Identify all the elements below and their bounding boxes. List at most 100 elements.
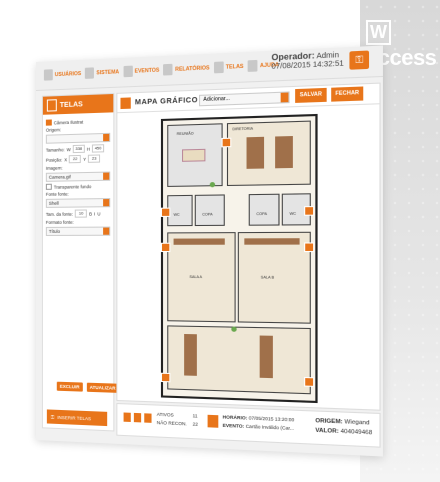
screens-panel-body: Câmera Ilustrat Origem: Tamanho: W 338 H 450…	[43, 112, 113, 241]
menu-item-reports[interactable]: RELATÓRIOS	[163, 62, 210, 76]
speaker-icon[interactable]	[123, 412, 131, 422]
value-value: 404049468	[340, 428, 373, 437]
desk	[173, 238, 225, 245]
size-w-input[interactable]: 338	[72, 144, 85, 154]
desk	[275, 136, 293, 169]
copa-room: COPA	[248, 193, 280, 226]
key-icon: ⚿	[355, 54, 364, 66]
font-format-value: Título	[48, 228, 61, 234]
key-icon: ⚿	[50, 414, 55, 420]
menu-item-users[interactable]: USUÁRIOS	[43, 68, 82, 81]
close-button[interactable]: FECHAR	[331, 86, 364, 102]
desk	[259, 335, 273, 379]
insert-screens-button[interactable]: ⚿ INSERIR TELAS	[46, 409, 108, 427]
screens-panel: TELAS Câmera Ilustrat Origem: Tamanho: W 3…	[41, 92, 119, 432]
pos-y-input[interactable]: 23	[88, 154, 101, 163]
transparent-checkbox[interactable]	[45, 183, 52, 190]
camera-marker-icon[interactable]	[160, 207, 171, 217]
camera-marker-icon[interactable]	[304, 242, 315, 253]
delete-button[interactable]: EXCLUIR	[56, 381, 83, 392]
size-label: Tamanho:	[45, 146, 65, 153]
camera-marker-icon[interactable]	[160, 372, 171, 383]
room-label: REUNIÃO	[176, 131, 194, 137]
pos-y-label: Y	[83, 156, 87, 162]
font-format-select[interactable]: Título	[45, 226, 111, 236]
pos-x-input[interactable]: 22	[69, 154, 82, 164]
graphic-map-panel: MAPA GRÁFICO (1) Adicionar... SALVAR FEC…	[116, 82, 381, 411]
menu-item-screens[interactable]: TELAS	[213, 61, 244, 74]
room-label: SALA A	[189, 274, 203, 280]
menu-label: USUÁRIOS	[54, 70, 82, 78]
room-label: COPA	[256, 211, 268, 217]
floor-plan: REUNIÃO DIRETORIA WC COPA COPA WC SALA A…	[160, 113, 318, 404]
value-label: VALOR:	[315, 427, 339, 436]
directors-room: DIRETORIA	[226, 120, 311, 187]
bold-toggle[interactable]: B	[89, 211, 92, 216]
time-line: HORÁRIO: 07/05/2015 13:20:00	[223, 414, 295, 422]
font-label: Fonte fonte:	[45, 191, 69, 197]
copa-room: COPA	[194, 194, 225, 227]
camera-icon	[45, 119, 52, 126]
alert-icon[interactable]	[144, 413, 152, 423]
menu-label: EVENTOS	[134, 66, 160, 75]
events-icon	[123, 65, 133, 78]
font-format-label: Formato fonte:	[45, 219, 74, 225]
origin-label: ORIGEM:	[315, 417, 343, 426]
transparent-label: Transparente fundo	[53, 183, 92, 190]
help-icon	[247, 59, 258, 72]
camera-marker-icon[interactable]	[160, 242, 171, 253]
room-label: DIRETORIA	[232, 126, 254, 132]
plant-icon	[209, 182, 216, 188]
users-icon	[43, 69, 53, 81]
menu-item-system[interactable]: SISTEMA	[85, 66, 119, 79]
chevron-down-icon	[103, 172, 110, 180]
camera-marker-icon[interactable]	[221, 137, 232, 148]
desk	[184, 333, 197, 376]
screenshot-scene: Waccess USUÁRIOS SISTEMA EVENTOS RELATÓR…	[0, 0, 440, 482]
active-value: 11	[192, 413, 198, 419]
camera-row[interactable]: Câmera Ilustrat	[45, 118, 110, 126]
origin-select[interactable]	[45, 132, 111, 144]
update-button[interactable]: ATUALIZAR	[86, 382, 119, 393]
active-label: ATIVOS	[156, 411, 174, 418]
value-line: VALOR: 404049468	[315, 428, 372, 437]
not-recognized-value: 22	[192, 421, 198, 427]
menu-item-events[interactable]: EVENTOS	[123, 64, 160, 78]
font-size-row: Tam. da fonte: 10 B I U	[46, 209, 110, 218]
alarm-icon	[207, 414, 219, 428]
origin-line: ORIGEM: Wiegand	[315, 418, 369, 427]
screens-icon	[213, 61, 224, 74]
screens-panel-title: TELAS	[59, 100, 83, 109]
not-recognized-label: NÃO RECON.	[156, 419, 187, 427]
image-select[interactable]: Camera.gif	[45, 171, 111, 182]
underline-toggle[interactable]: U	[97, 211, 100, 216]
font-size-label: Tam. da fonte:	[45, 211, 74, 217]
italic-toggle[interactable]: I	[94, 211, 95, 216]
event-value: Cartão Inválido (Car...	[245, 423, 294, 431]
menu-label: SISTEMA	[96, 68, 120, 76]
chevron-down-icon	[103, 199, 110, 207]
reports-icon	[163, 63, 173, 76]
size-h-input[interactable]: 450	[91, 144, 105, 153]
font-select[interactable]: Shell	[45, 198, 111, 208]
logout-key-button[interactable]: ⚿	[349, 50, 370, 70]
room-label: WC	[289, 211, 297, 216]
room-label: WC	[173, 212, 180, 217]
size-w-label: W	[66, 146, 71, 152]
camera-marker-icon[interactable]	[304, 206, 315, 216]
camera-marker-icon[interactable]	[304, 376, 315, 387]
chevron-down-icon	[103, 227, 110, 235]
chevron-down-icon	[103, 133, 110, 142]
user-icon[interactable]	[133, 412, 142, 423]
operator-name: Admin	[316, 51, 339, 61]
origin-value: Wiegand	[344, 419, 370, 427]
transparent-row[interactable]: Transparente fundo	[45, 183, 110, 190]
event-label: EVENTO:	[222, 422, 245, 429]
wc-room: WC	[167, 194, 193, 227]
font-size-input[interactable]: 10	[75, 209, 88, 218]
save-button[interactable]: SALVAR	[295, 87, 327, 103]
brand-mark: W	[366, 20, 391, 45]
camera-label: Câmera Ilustrat	[53, 118, 84, 125]
insert-screens-label: INSERIR TELAS	[57, 414, 92, 421]
plant-icon	[231, 326, 237, 332]
